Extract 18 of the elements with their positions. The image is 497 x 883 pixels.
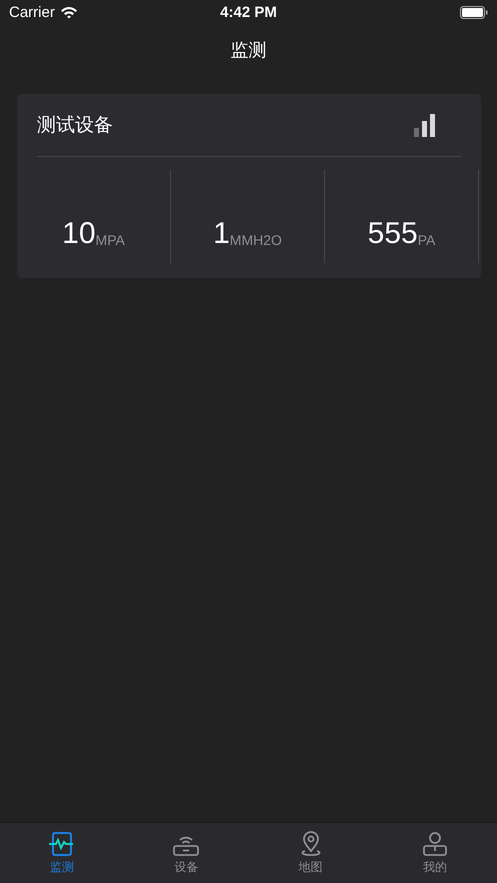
tab-item[interactable]: 监测: [0, 823, 124, 883]
reading-value: 555: [368, 219, 418, 249]
battery-icon: [460, 6, 488, 19]
clock-time: 4:42 PM: [220, 4, 277, 21]
tab-item[interactable]: 地图: [248, 823, 373, 883]
tab-item[interactable]: 设备: [124, 823, 248, 883]
signal-icon: [414, 114, 436, 136]
reading-unit: MPA: [96, 231, 125, 249]
reading-value: 1: [213, 219, 230, 249]
reading-value: 10: [62, 219, 96, 249]
person-icon: [420, 831, 449, 857]
wifi-icon: [60, 6, 78, 19]
tab-item[interactable]: 我的: [372, 823, 497, 883]
carrier-label: Carrier: [9, 4, 55, 21]
device-name: 测试设备: [37, 114, 113, 138]
reading-unit: PA: [418, 231, 436, 249]
page-title: 监测: [230, 39, 266, 62]
reading-unit: MMH2O: [230, 231, 282, 249]
